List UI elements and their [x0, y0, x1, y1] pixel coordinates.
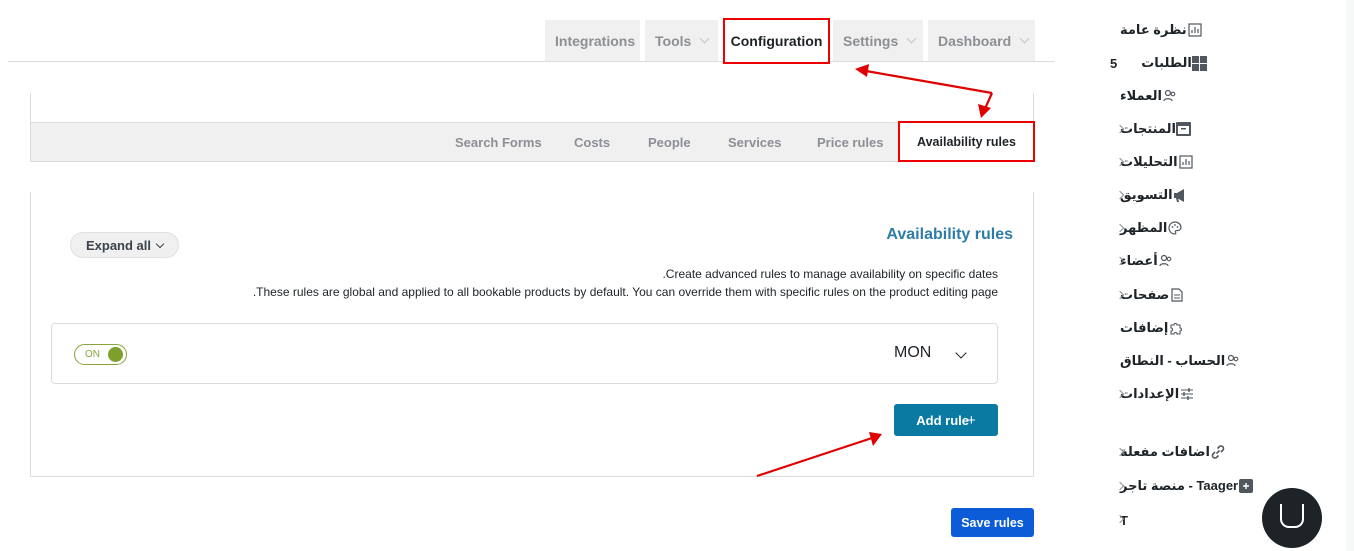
- tab-integrations-label: Integrations: [555, 32, 636, 49]
- toggle-knob: [108, 347, 123, 362]
- subtab-price-rules-label: Price rules: [817, 134, 884, 150]
- chevron-down-icon: [906, 33, 917, 44]
- tab-configuration[interactable]: Configuration: [723, 18, 830, 64]
- subtab-availability-rules-label: Availability rules: [917, 134, 1016, 149]
- sidebar-item-analytics[interactable]: التحليلات: [1110, 150, 1322, 174]
- sidebar-item-overview[interactable]: نظرة عامة: [1110, 18, 1322, 42]
- sidebar-item-label: أعضاء: [1120, 253, 1158, 268]
- plus-icon: +: [966, 411, 976, 429]
- tab-tools[interactable]: Tools: [645, 20, 718, 61]
- page-icon: [1169, 287, 1185, 303]
- rule-day: MON: [894, 344, 932, 361]
- sidebar-item-label: المظهر: [1120, 220, 1168, 235]
- users-icon: [1162, 88, 1178, 104]
- palette-icon: [1167, 220, 1183, 236]
- sidebar-item-label: صفحات: [1120, 287, 1170, 302]
- subtab-costs-label: Costs: [574, 134, 611, 150]
- sidebar-item-settings[interactable]: الإعدادات: [1110, 382, 1322, 406]
- save-rules-label: Save rules: [961, 515, 1024, 530]
- sidebar-item-plugins[interactable]: إضافات: [1110, 316, 1322, 340]
- sidebar-item-label: المنتجات: [1120, 121, 1176, 136]
- subtab-price-rules[interactable]: Price rules: [817, 122, 884, 162]
- divider-band: [0, 162, 1040, 192]
- top-tabs-divider: [8, 61, 1055, 62]
- sidebar-item-members[interactable]: أعضاء: [1110, 249, 1322, 273]
- admin-sidebar: [1108, 0, 1354, 551]
- tab-tools-label: Tools: [655, 32, 692, 49]
- puzzle-icon: [1168, 320, 1184, 336]
- expand-all-label: Expand all: [85, 237, 152, 253]
- chart-icon: [1187, 22, 1203, 38]
- sidebar-item-label: اضافات مفعلة: [1120, 444, 1210, 459]
- sidebar-item-active-plugins[interactable]: اضافات مفعلة: [1110, 440, 1322, 464]
- sidebar-item-label: التسويق: [1120, 187, 1173, 202]
- page: Integrations Tools Configuration Setting…: [0, 0, 1354, 551]
- sidebar-item-account-domain[interactable]: الحساب - النطاق: [1110, 349, 1322, 373]
- subtab-people[interactable]: People: [648, 122, 691, 162]
- users-icon: [1158, 253, 1174, 269]
- toggle-label: ON: [85, 349, 100, 360]
- sidebar-item-label: الحساب - النطاق: [1120, 353, 1226, 368]
- sidebar-item-label: الطلبات: [1141, 55, 1192, 70]
- tab-settings[interactable]: Settings: [833, 20, 923, 61]
- sidebar-item-appearance[interactable]: المظهر: [1110, 216, 1322, 240]
- rule-toggle[interactable]: ON: [74, 344, 127, 365]
- chat-launcher-button[interactable]: [1262, 488, 1322, 548]
- sidebar-item-marketing[interactable]: التسويق: [1110, 183, 1322, 207]
- add-rule-label: Add rule: [916, 412, 969, 428]
- chevron-down-icon[interactable]: [955, 347, 967, 359]
- sidebar-item-label: نظرة عامة: [1120, 22, 1187, 37]
- description-line-2: .These rules are global and applied to a…: [252, 285, 998, 299]
- sidebar-item-label: العملاء: [1120, 88, 1162, 103]
- sliders-icon: [1179, 386, 1195, 402]
- sidebar-item-label: إضافات: [1120, 320, 1169, 335]
- grid-icon: [1192, 55, 1208, 71]
- sidebar-item-label: الإعدادات: [1120, 386, 1180, 401]
- sidebar-item-label: التحليلات: [1120, 154, 1178, 169]
- chat-icon: [1280, 504, 1304, 528]
- subtab-availability-rules[interactable]: Availability rules: [898, 121, 1035, 162]
- sidebar-item-products[interactable]: المنتجات: [1110, 117, 1322, 141]
- tab-configuration-label: Configuration: [730, 33, 823, 49]
- save-rules-button[interactable]: Save rules: [951, 508, 1034, 537]
- chevron-down-icon: [1019, 33, 1030, 44]
- box-icon: [1176, 121, 1192, 137]
- sidebar-item-customers[interactable]: العملاء: [1110, 84, 1322, 108]
- subtab-services[interactable]: Services: [728, 122, 782, 162]
- tab-settings-label: Settings: [843, 32, 899, 49]
- chart-icon: [1178, 154, 1194, 170]
- tab-dashboard[interactable]: Dashboard: [928, 20, 1035, 61]
- tab-dashboard-label: Dashboard: [938, 32, 1012, 49]
- rule-row[interactable]: ON MON: [51, 323, 998, 384]
- chevron-down-icon: [699, 33, 710, 44]
- megaphone-icon: [1173, 187, 1189, 203]
- subtab-search-forms[interactable]: Search Forms: [455, 122, 542, 162]
- add-rule-button[interactable]: Add rule +: [894, 404, 998, 436]
- users-icon: [1225, 353, 1241, 369]
- taager-icon: [1238, 478, 1254, 494]
- sidebar-item-orders[interactable]: الطلبات 5: [1110, 51, 1322, 75]
- sidebar-item-pages[interactable]: صفحات: [1110, 283, 1322, 307]
- tab-integrations[interactable]: Integrations: [545, 20, 640, 61]
- chevron-down-icon: [155, 239, 165, 248]
- expand-all-button[interactable]: Expand all: [70, 232, 179, 258]
- subtab-costs[interactable]: Costs: [574, 122, 610, 162]
- subtab-services-label: Services: [728, 134, 782, 150]
- section-title: Availability rules: [886, 226, 1013, 243]
- scrollbar[interactable]: [1346, 0, 1354, 551]
- description-line-1: .Create advanced rules to manage availab…: [662, 267, 998, 281]
- sidebar-item-label: Taager - منصة تاجر: [1120, 478, 1239, 493]
- link-icon: [1210, 444, 1226, 460]
- orders-count-badge: 5: [1110, 55, 1118, 71]
- subtab-people-label: People: [648, 134, 691, 150]
- subtab-search-forms-label: Search Forms: [455, 134, 542, 150]
